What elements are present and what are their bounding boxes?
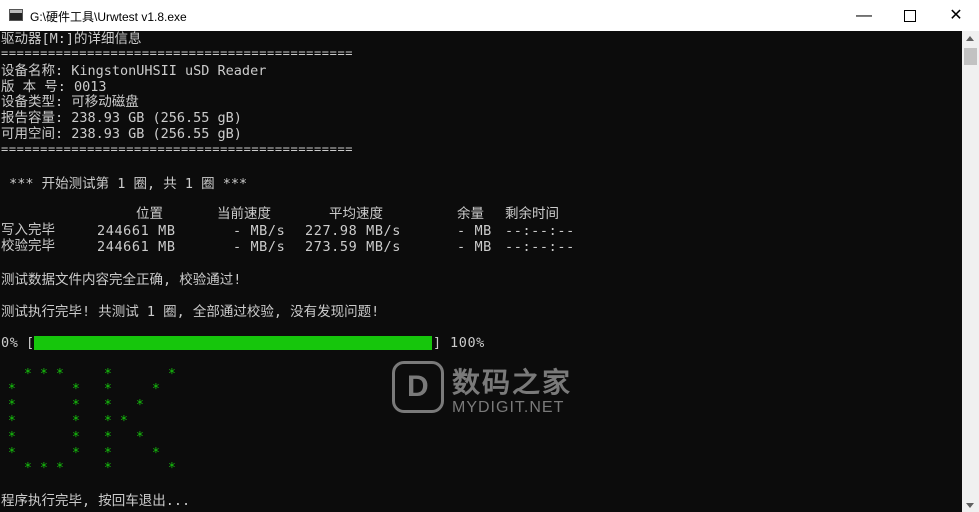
maximize-button[interactable]: [887, 0, 933, 31]
row-remaining: - MB: [457, 223, 492, 239]
start-test-line: *** 开始测试第 1 圈, 共 1 圈 ***: [1, 176, 248, 192]
title-bar[interactable]: G:\硬件工具\Urwtest v1.8.exe — ✕: [0, 0, 979, 31]
watermark: 数码之家 MYDIGIT.NET: [392, 361, 592, 431]
ok-art-star: *: [168, 367, 176, 382]
console-output[interactable]: 驱动器[M:]的详细信息 ===========================…: [0, 31, 962, 512]
ok-art-star: *: [8, 430, 16, 445]
table-header-average-speed: 平均速度: [329, 206, 383, 222]
console-app-icon: [9, 9, 23, 21]
table-header-current-speed: 当前速度: [217, 206, 271, 222]
version-line: 版 本 号: 0013: [1, 79, 107, 95]
ok-art-star: *: [72, 398, 80, 413]
scroll-up-icon[interactable]: [966, 36, 974, 41]
separator-rule: ========================================…: [1, 142, 354, 156]
ok-art-star: *: [56, 461, 64, 476]
device-type-line: 设备类型: 可移动磁盘: [1, 94, 139, 110]
row-average-speed: 227.98 MB/s: [305, 223, 402, 239]
ok-art-star: *: [152, 446, 160, 461]
row-time-left: --:--:--: [505, 223, 575, 239]
ok-art-star: *: [40, 367, 48, 382]
row-current-speed: - MB/s: [233, 239, 286, 255]
table-header-position: 位置: [136, 206, 163, 222]
ok-art-star: *: [72, 430, 80, 445]
watermark-en: MYDIGIT.NET: [452, 399, 565, 416]
progress-bar: [34, 336, 432, 350]
ok-art-star: *: [136, 430, 144, 445]
ok-art-star: *: [72, 382, 80, 397]
table-header-remaining: 余量: [457, 206, 484, 222]
watermark-cn: 数码之家: [452, 366, 573, 399]
ok-art-star: *: [120, 414, 128, 429]
vertical-scrollbar[interactable]: [962, 31, 979, 512]
ok-art-star: *: [72, 446, 80, 461]
progress-start-label: 0%: [1, 335, 19, 351]
ok-art-star: *: [56, 367, 64, 382]
ok-art-star: *: [104, 414, 112, 429]
reported-capacity-line: 报告容量: 238.93 GB (256.55 gB): [1, 110, 242, 126]
ok-art-star: *: [104, 398, 112, 413]
row-position: 244661 MB: [97, 223, 176, 239]
free-space-line: 可用空间: 238.93 GB (256.55 gB): [1, 126, 242, 142]
progress-fill: [34, 336, 432, 350]
ok-art-star: *: [24, 461, 32, 476]
verify-ok-line: 测试数据文件内容完全正确, 校验通过!: [1, 272, 242, 288]
ok-art-star: *: [136, 398, 144, 413]
row-remaining: - MB: [457, 239, 492, 255]
row-current-speed: - MB/s: [233, 223, 286, 239]
ok-art-star: *: [8, 398, 16, 413]
ok-art-star: *: [8, 382, 16, 397]
minimize-icon: —: [856, 7, 872, 24]
row-time-left: --:--:--: [505, 239, 575, 255]
close-button[interactable]: ✕: [933, 0, 979, 31]
separator-rule: ========================================…: [1, 46, 354, 60]
scroll-down-icon[interactable]: [966, 503, 974, 508]
finished-line: 测试执行完毕! 共测试 1 圈, 全部通过校验, 没有发现问题!: [1, 304, 380, 320]
maximize-icon: [904, 9, 916, 22]
row-label: 写入完毕: [1, 222, 55, 238]
ok-art-star: *: [8, 446, 16, 461]
close-icon: ✕: [949, 7, 963, 24]
window-title: G:\硬件工具\Urwtest v1.8.exe: [30, 10, 187, 24]
row-label: 校验完毕: [1, 238, 55, 254]
progress-close-bracket: ]: [433, 335, 442, 351]
ok-art-star: *: [104, 367, 112, 382]
scroll-thumb[interactable]: [964, 48, 977, 65]
exit-prompt-line: 程序执行完毕, 按回车退出...: [1, 493, 191, 509]
device-name-line: 设备名称: KingstonUHSII uSD Reader: [1, 63, 267, 79]
ok-art-star: *: [168, 461, 176, 476]
ok-art-star: *: [104, 430, 112, 445]
ok-art-star: *: [40, 461, 48, 476]
progress-end-label: 100%: [450, 335, 485, 351]
row-position: 244661 MB: [97, 239, 176, 255]
ok-art-star: *: [104, 446, 112, 461]
ok-art-star: *: [24, 367, 32, 382]
ok-art-star: *: [152, 382, 160, 397]
row-average-speed: 273.59 MB/s: [305, 239, 402, 255]
ok-art-star: *: [104, 382, 112, 397]
ok-art-star: *: [72, 414, 80, 429]
minimize-button[interactable]: —: [841, 0, 887, 31]
ok-art-star: *: [8, 414, 16, 429]
table-header-time-left: 剩余时间: [505, 206, 559, 222]
mydigit-logo-icon: [392, 361, 444, 413]
ok-art-star: *: [104, 461, 112, 476]
